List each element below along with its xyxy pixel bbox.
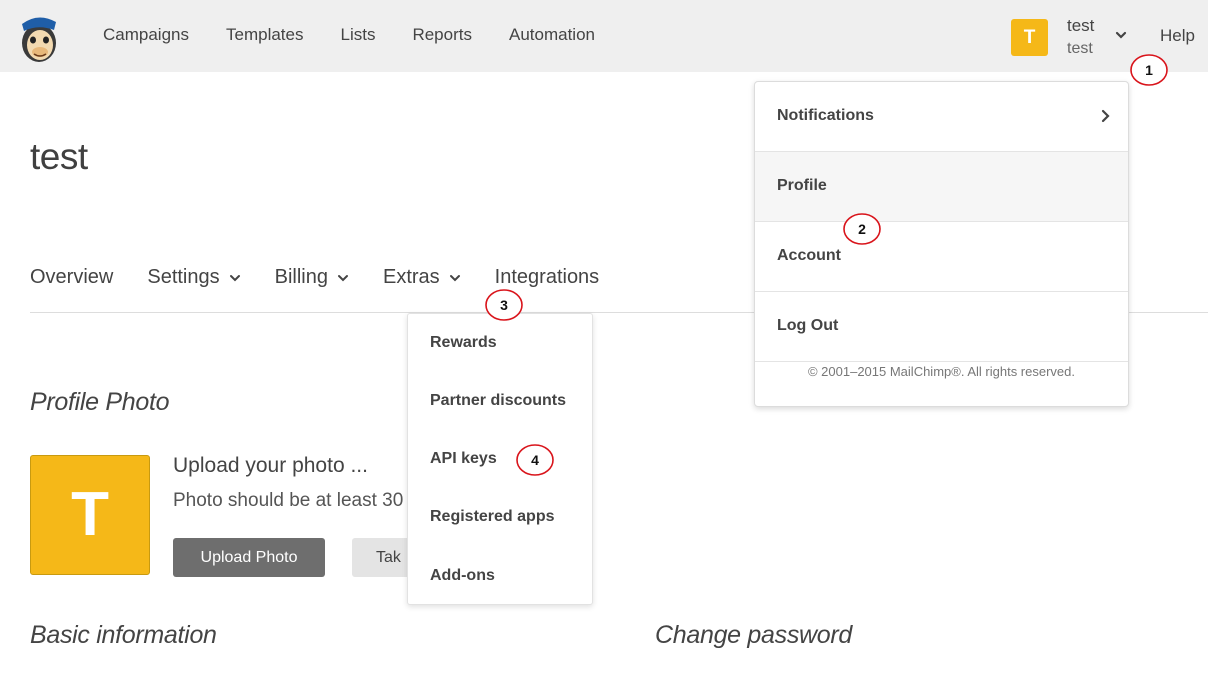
tab-extras[interactable]: Extras [383, 266, 461, 289]
copyright-footer: © 2001–2015 MailChimp®. All rights reser… [807, 364, 1075, 379]
chevron-down-icon [449, 274, 460, 281]
callout-number: 2 [858, 221, 866, 237]
callout-2: 2 [843, 213, 881, 245]
nav-automation[interactable]: Automation [509, 25, 595, 45]
nav-lists[interactable]: Lists [340, 25, 375, 45]
callout-number: 1 [1145, 62, 1153, 78]
menu-item-label: Log Out [777, 317, 839, 334]
tab-label: Extras [382, 266, 440, 288]
menu-item-label: Profile [777, 177, 827, 194]
profile-photo-heading: Profile Photo [30, 388, 170, 416]
menu-item-notifications[interactable]: Notifications [755, 82, 1128, 152]
tab-overview[interactable]: Overview [30, 266, 113, 289]
user-dropdown: Notifications Profile Account Log Out © … [754, 81, 1129, 407]
menu-item-label: Notifications [777, 107, 874, 124]
user-org[interactable]: test [1067, 40, 1093, 58]
page-title: test [30, 136, 88, 177]
tab-label: Billing [274, 266, 328, 288]
extras-dropdown: Rewards Partner discounts API keys Regis… [407, 313, 593, 605]
nav-reports[interactable]: Reports [412, 25, 472, 45]
upload-description: Photo should be at least 30 [173, 490, 404, 511]
change-password-heading: Change password [655, 621, 853, 649]
basic-information-heading: Basic information [30, 621, 217, 649]
chevron-down-icon [337, 274, 348, 281]
mailchimp-logo-icon[interactable] [14, 10, 64, 64]
callout-1: 1 [1130, 54, 1168, 86]
menu-item-registered-apps[interactable]: Registered apps [430, 508, 554, 526]
chevron-down-icon[interactable] [1114, 28, 1128, 42]
chevron-right-icon [1101, 109, 1110, 123]
tab-billing[interactable]: Billing [275, 266, 349, 289]
menu-item-log-out[interactable]: Log Out [755, 292, 1128, 362]
tab-integrations[interactable]: Integrations [495, 266, 600, 289]
main-nav: Campaigns Templates Lists Reports Automa… [103, 25, 632, 45]
menu-item-add-ons[interactable]: Add-ons [430, 567, 495, 585]
menu-item-account[interactable]: Account [755, 222, 1128, 292]
callout-number: 4 [531, 452, 539, 468]
nav-templates[interactable]: Templates [226, 25, 303, 45]
nav-campaigns[interactable]: Campaigns [103, 25, 189, 45]
menu-item-profile[interactable]: Profile [755, 152, 1128, 222]
user-name[interactable]: test [1067, 16, 1094, 36]
callout-number: 3 [500, 297, 508, 313]
tab-label: Overview [30, 266, 114, 288]
tab-label: Settings [147, 266, 220, 288]
account-subnav: Overview Settings Billing Extras Integra… [30, 266, 633, 289]
tab-label: Integrations [494, 266, 600, 288]
menu-item-rewards[interactable]: Rewards [430, 334, 497, 352]
menu-item-partner-discounts[interactable]: Partner discounts [430, 392, 566, 410]
tab-settings[interactable]: Settings [147, 266, 240, 289]
upload-title: Upload your photo ... [173, 454, 368, 477]
profile-avatar: T [30, 455, 150, 575]
top-bar: Campaigns Templates Lists Reports Automa… [0, 0, 1208, 72]
chevron-down-icon [229, 274, 240, 281]
help-link[interactable]: Help [1160, 26, 1195, 46]
user-avatar[interactable]: T [1011, 19, 1048, 56]
menu-item-api-keys[interactable]: API keys [430, 450, 497, 468]
callout-4: 4 [516, 444, 554, 476]
upload-photo-button[interactable]: Upload Photo [173, 538, 325, 577]
callout-3: 3 [485, 289, 523, 321]
menu-item-label: Account [777, 247, 841, 264]
